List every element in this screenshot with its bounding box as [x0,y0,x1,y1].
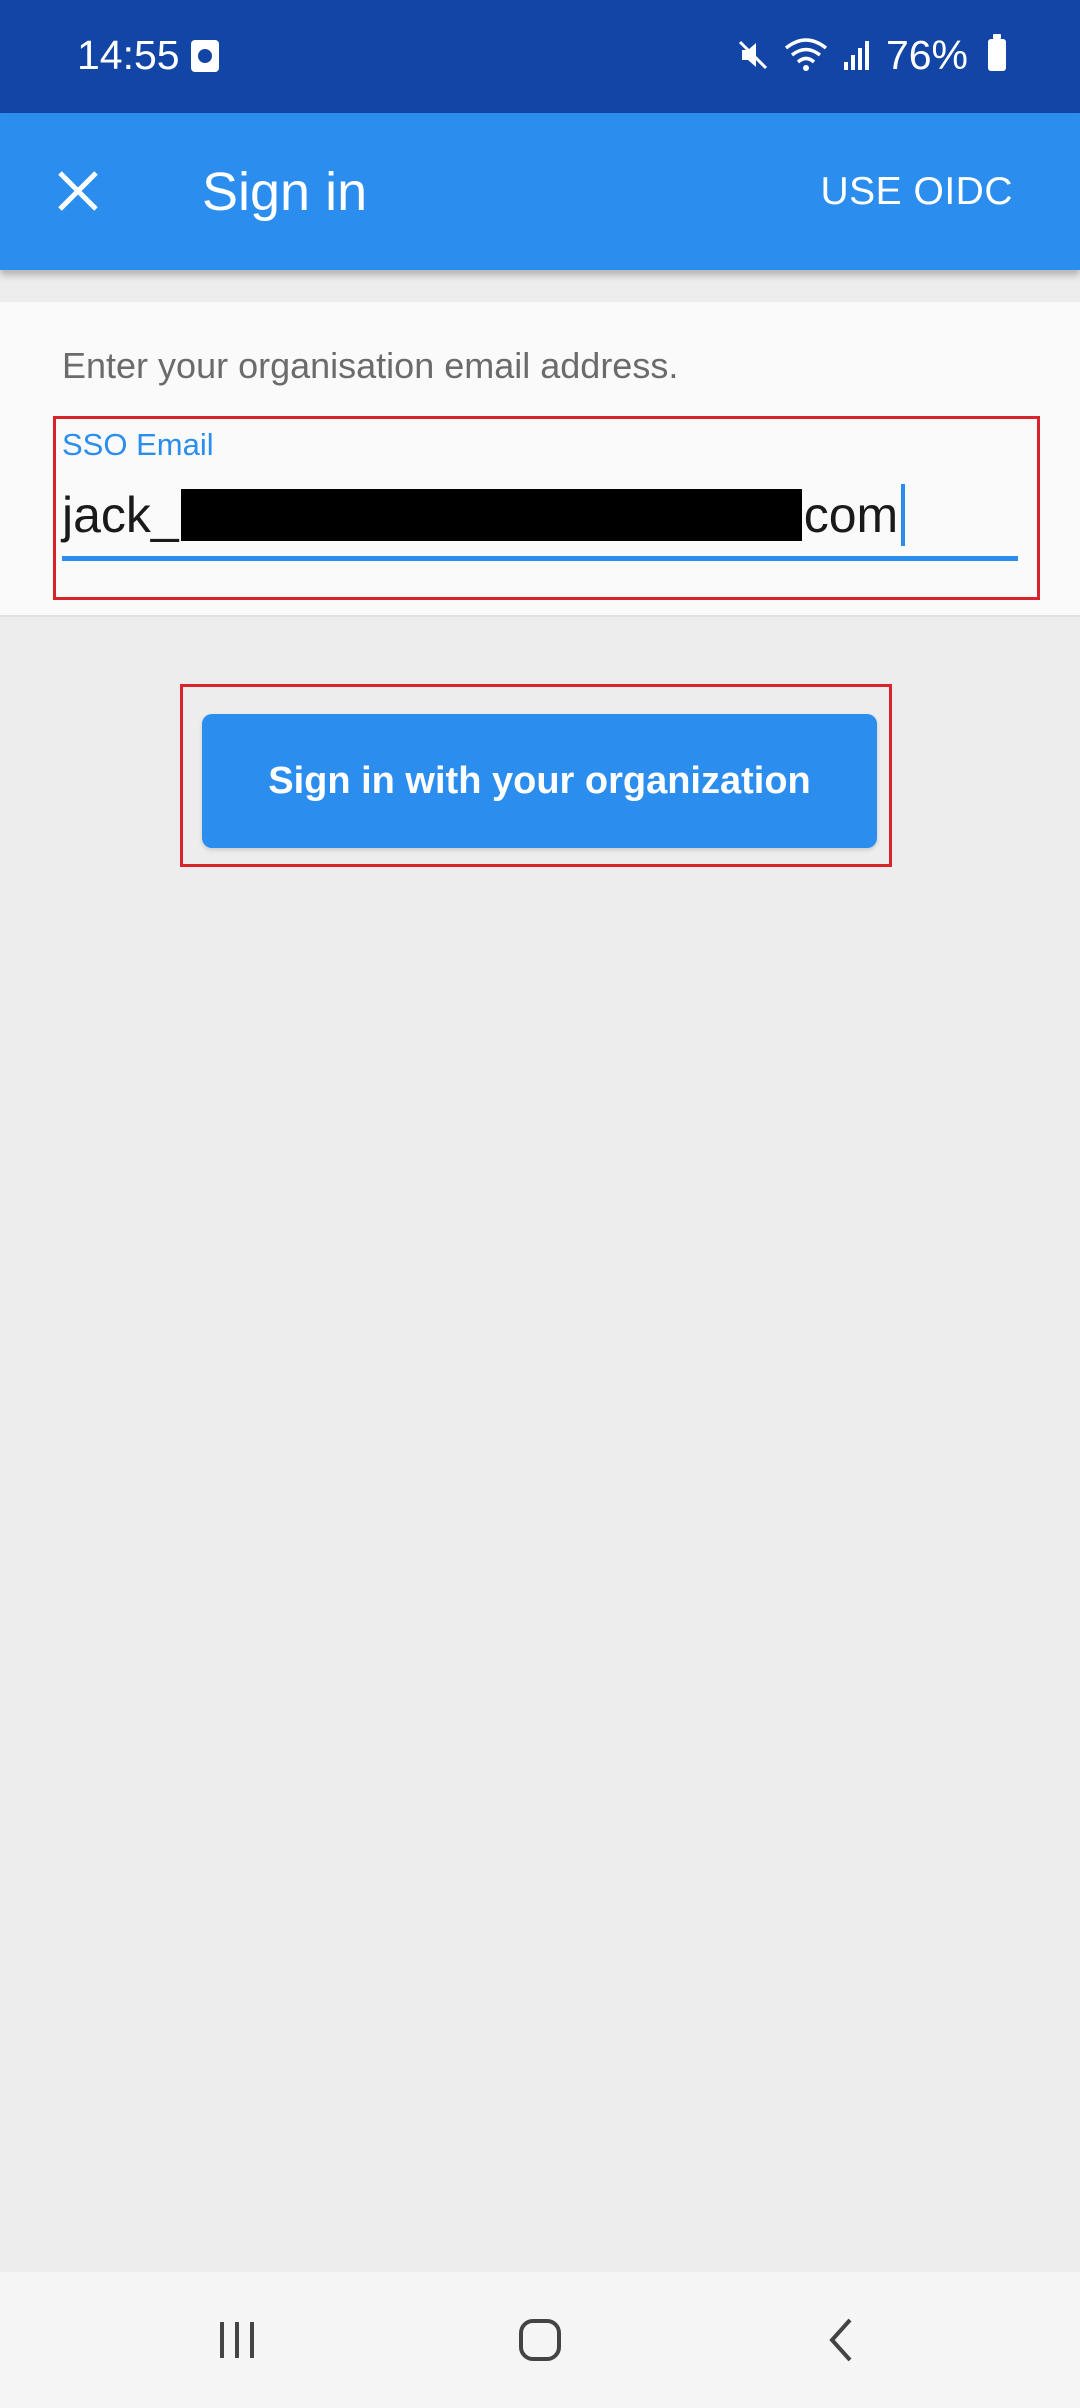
email-field-underline [62,556,1018,561]
back-icon [829,2318,852,2362]
system-nav-bar [0,2272,1080,2408]
status-icons: 76% [736,28,1006,82]
use-oidc-button[interactable]: USE OIDC [820,169,1013,215]
page-title: Sign in [202,162,368,222]
instruction-text: Enter your organisation email address. [62,345,679,386]
text-caret [901,484,906,546]
sign-in-with-organization-button[interactable]: Sign in with your organization [202,714,877,848]
wifi-icon [784,38,828,71]
status-bar: 14:55 76% [0,0,1080,113]
back-button[interactable] [782,2292,902,2388]
battery-icon [988,34,1006,71]
app-notification-icon [191,40,219,72]
email-value-suffix: com [803,487,899,543]
home-icon [519,2319,561,2361]
close-button[interactable] [38,151,118,231]
signal-icon [843,41,869,70]
recent-apps-button[interactable] [178,2292,298,2388]
home-button[interactable] [480,2292,600,2388]
email-field-label: SSO Email [62,427,214,462]
recent-apps-icon [220,2322,254,2358]
email-value-prefix: jack_ [62,487,179,543]
close-icon [58,171,98,211]
mute-icon [738,40,767,70]
redaction-block [180,489,802,541]
email-field[interactable]: jack_ com [62,484,1018,546]
app-bar: Sign in USE OIDC [0,113,1080,270]
status-time: 14:55 [77,32,180,78]
battery-percent: 76% [885,32,968,78]
email-card: Enter your organisation email address. S… [0,302,1080,617]
